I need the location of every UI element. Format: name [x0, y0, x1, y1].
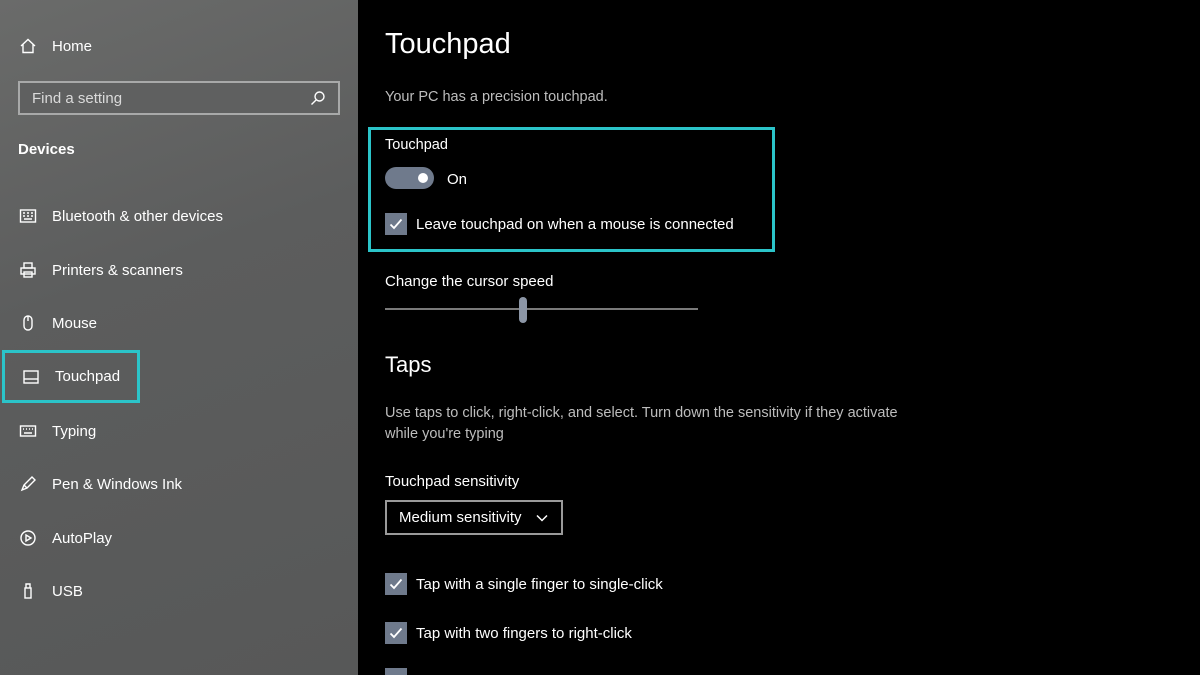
chevron-down-icon: [536, 514, 548, 522]
sidebar-item-label: Bluetooth & other devices: [52, 207, 223, 225]
taps-description: Use taps to click, right-click, and sele…: [385, 405, 898, 442]
home-label: Home: [52, 37, 93, 55]
touchpad-icon: [21, 367, 41, 387]
tap-two-label: Tap with two fingers to right-click: [416, 624, 632, 642]
sidebar-item-bluetooth[interactable]: Bluetooth & other devices: [18, 204, 223, 228]
usb-icon: [18, 581, 38, 601]
tap-single-label: Tap with a single finger to single-click: [416, 575, 663, 593]
next-checkbox-partial[interactable]: [385, 668, 407, 675]
checkmark-icon: [389, 578, 403, 590]
slider-thumb[interactable]: [518, 297, 527, 323]
tap-single-option[interactable]: Tap with a single finger to single-click: [385, 573, 663, 595]
sensitivity-value: Medium sensitivity: [399, 509, 522, 526]
precision-touchpad-note: Your PC has a precision touchpad.: [385, 89, 608, 105]
touchpad-toggle[interactable]: [385, 167, 434, 189]
search-icon[interactable]: [308, 88, 328, 108]
sidebar-item-usb[interactable]: USB: [18, 579, 83, 603]
sensitivity-label: Touchpad sensitivity: [385, 473, 520, 490]
slider-track: [385, 308, 698, 310]
sidebar-item-touchpad[interactable]: Touchpad: [2, 350, 140, 403]
page-title: Touchpad: [385, 28, 511, 60]
toggle-state-label: On: [447, 171, 468, 188]
home-nav-item[interactable]: Home: [18, 34, 92, 58]
settings-content: Touchpad Your PC has a precision touchpa…: [358, 0, 1200, 675]
search-input[interactable]: [32, 89, 302, 107]
leave-touchpad-on-label: Leave touchpad on when a mouse is connec…: [416, 215, 734, 233]
next-option-partial[interactable]: [385, 668, 407, 675]
pen-icon: [18, 474, 38, 494]
sidebar-item-mouse[interactable]: Mouse: [18, 311, 97, 335]
leave-touchpad-on-checkbox[interactable]: [385, 213, 407, 235]
sidebar-item-pen[interactable]: Pen & Windows Ink: [18, 472, 182, 496]
sidebar-item-typing[interactable]: Typing: [18, 419, 96, 443]
home-icon: [18, 36, 38, 56]
sidebar-item-printers[interactable]: Printers & scanners: [18, 258, 183, 282]
touchpad-toggle-label: Touchpad: [385, 137, 448, 153]
taps-heading: Taps: [385, 352, 432, 377]
toggle-knob: [418, 173, 428, 183]
search-box[interactable]: [18, 81, 340, 115]
section-title-devices: Devices: [18, 141, 75, 158]
mouse-icon: [18, 313, 38, 333]
checkmark-icon: [389, 218, 403, 230]
tap-single-checkbox[interactable]: [385, 573, 407, 595]
tap-two-checkbox[interactable]: [385, 622, 407, 644]
autoplay-icon: [18, 528, 38, 548]
tap-two-option[interactable]: Tap with two fingers to right-click: [385, 622, 632, 644]
sidebar-item-label: AutoPlay: [52, 529, 113, 547]
checkmark-icon: [389, 627, 403, 639]
cursor-speed-slider[interactable]: [385, 297, 698, 323]
leave-touchpad-on-option[interactable]: Leave touchpad on when a mouse is connec…: [385, 213, 734, 235]
sidebar-item-label: Mouse: [52, 314, 98, 332]
cursor-speed-label: Change the cursor speed: [385, 273, 554, 290]
keyboard-icon: [18, 421, 38, 441]
sidebar-item-label: USB: [52, 582, 83, 600]
sensitivity-dropdown[interactable]: Medium sensitivity: [385, 500, 563, 535]
settings-sidebar: Home Devices Bluetooth & other devices P…: [0, 0, 358, 675]
sidebar-item-autoplay[interactable]: AutoPlay: [18, 526, 112, 550]
printer-icon: [18, 260, 38, 280]
sidebar-item-label: Pen & Windows Ink: [52, 475, 183, 493]
bluetooth-keyboard-icon: [18, 206, 38, 226]
sidebar-item-label: Typing: [52, 422, 97, 440]
sidebar-item-label: Touchpad: [55, 368, 121, 385]
sidebar-item-label: Printers & scanners: [52, 261, 183, 279]
